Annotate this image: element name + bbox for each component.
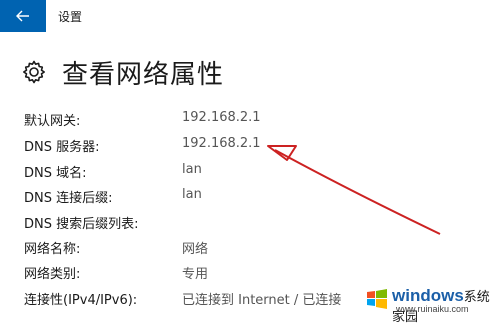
property-value: lan bbox=[182, 162, 202, 177]
watermark-url: www.ruinaiku.com bbox=[396, 304, 469, 314]
property-label: 网络名称: bbox=[24, 242, 81, 257]
property-value: lan bbox=[182, 187, 202, 202]
windows-logo-icon bbox=[367, 289, 387, 309]
page-header: 查看网络属性 bbox=[20, 54, 224, 90]
property-label: 连接性(IPv4/IPv6): bbox=[24, 293, 138, 308]
title-bar: 设置 bbox=[0, 0, 500, 32]
property-label: DNS 搜索后缀列表: bbox=[24, 217, 139, 232]
page-title: 查看网络属性 bbox=[62, 59, 225, 90]
property-label: DNS 域名: bbox=[24, 166, 87, 181]
property-value: 192.168.2.1 bbox=[182, 110, 261, 125]
property-label: DNS 服务器: bbox=[24, 140, 100, 155]
window-title: 设置 bbox=[58, 10, 83, 24]
property-label: 默认网关: bbox=[24, 114, 81, 129]
property-value: 192.168.2.1 bbox=[182, 136, 261, 151]
property-value: 已连接到 Internet / 已连接 bbox=[182, 293, 342, 308]
property-value: 网络 bbox=[182, 242, 209, 257]
back-button[interactable] bbox=[0, 0, 46, 32]
property-value: 专用 bbox=[182, 267, 209, 282]
gear-icon bbox=[20, 58, 48, 86]
watermark: windows系统家园 www.ruinaiku.com bbox=[352, 274, 500, 324]
back-arrow-icon bbox=[16, 10, 29, 22]
property-label: DNS 连接后缀: bbox=[24, 191, 113, 206]
property-label: 网络类别: bbox=[24, 267, 81, 282]
